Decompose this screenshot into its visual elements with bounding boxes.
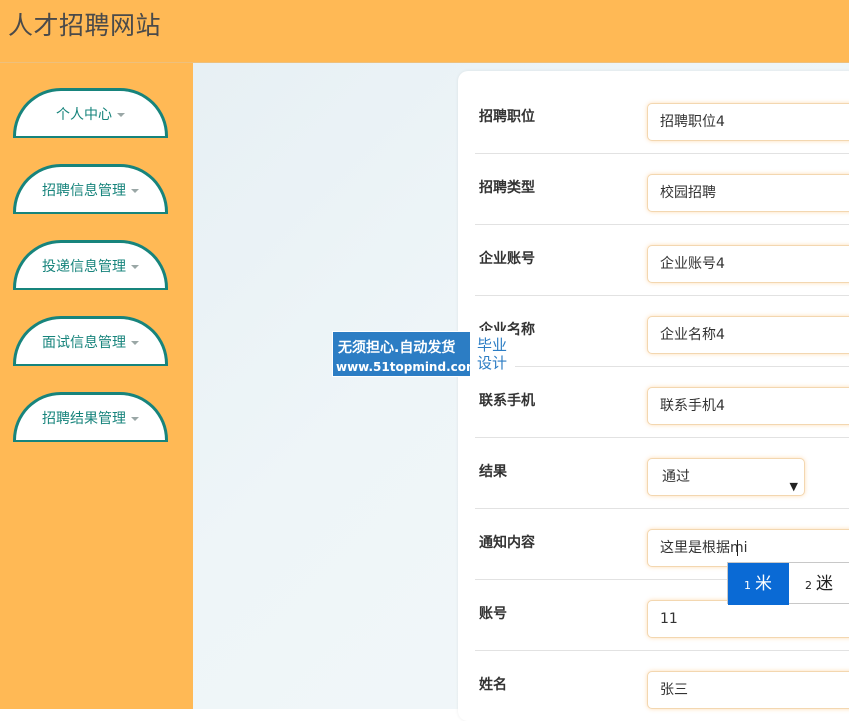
watermark-badge: 无须担心.自动发货 www.51topmind.com 毕业设计 (332, 331, 515, 377)
company-name-input[interactable]: 企业名称4 (647, 316, 849, 354)
field-label: 招聘职位 (479, 109, 535, 125)
sidebar-item-interview-info[interactable]: 面试信息管理 (13, 316, 168, 366)
caret-down-icon (131, 264, 139, 269)
sidebar-item-delivery-info[interactable]: 投递信息管理 (13, 240, 168, 290)
field-label: 企业账号 (479, 251, 535, 267)
sidebar-item-label: 投递信息管理 (42, 258, 126, 275)
position-input[interactable]: 招聘职位4 (647, 103, 849, 141)
field-label: 招聘类型 (479, 180, 535, 196)
ime-candidate-1[interactable]: 1米 (728, 563, 789, 605)
form-row-company-name: 企业名称 企业名称4 (475, 295, 849, 367)
caret-down-icon (117, 112, 125, 117)
sidebar: 个人中心 招聘信息管理 投递信息管理 面试信息管理 招聘结果管理 (0, 63, 193, 709)
form-row-type: 招聘类型 校园招聘 (475, 153, 849, 225)
company-account-input[interactable]: 企业账号4 (647, 245, 849, 283)
caret-down-icon (131, 188, 139, 193)
watermark-side-text: 毕业设计 (470, 332, 514, 376)
type-input[interactable]: 校园招聘 (647, 174, 849, 212)
top-header: 人才招聘网站 (0, 0, 849, 63)
field-label: 姓名 (479, 677, 507, 693)
result-select-value: 通过 (662, 469, 690, 485)
result-select[interactable]: 通过 ▼ (647, 458, 805, 496)
field-label: 通知内容 (479, 535, 535, 551)
sidebar-item-personal-center[interactable]: 个人中心 (13, 88, 168, 138)
contact-phone-input[interactable]: 联系手机4 (647, 387, 849, 425)
sidebar-item-label: 招聘结果管理 (42, 410, 126, 427)
caret-down-icon (131, 416, 139, 421)
chevron-down-icon: ▼ (789, 480, 798, 493)
sidebar-item-label: 招聘信息管理 (42, 182, 126, 199)
ime-candidate-text: 米 (755, 574, 772, 594)
site-title: 人才招聘网站 (8, 11, 162, 40)
form-row-name: 姓名 张三 (475, 650, 849, 721)
ime-candidate-index: 1 (744, 579, 751, 592)
watermark-line1: 无须担心.自动发货 (338, 340, 456, 356)
field-label: 结果 (479, 464, 507, 480)
watermark-line2: www.51topmind.com (336, 360, 479, 374)
account-input[interactable]: 11 (647, 600, 849, 638)
caret-down-icon (131, 340, 139, 345)
form-row-position: 招聘职位 招聘职位4 (475, 82, 849, 154)
ime-candidate-window: 1米 2迷 (727, 562, 849, 605)
form-row-company-account: 企业账号 企业账号4 (475, 224, 849, 296)
ime-candidate-index: 2 (805, 579, 812, 592)
ime-candidate-text: 迷 (816, 574, 833, 594)
sidebar-item-recruitment-result[interactable]: 招聘结果管理 (13, 392, 168, 442)
field-label: 账号 (479, 606, 507, 622)
sidebar-item-label: 面试信息管理 (42, 334, 126, 351)
form-row-result: 结果 通过 ▼ (475, 437, 849, 509)
sidebar-item-label: 个人中心 (56, 106, 112, 123)
form-row-contact-phone: 联系手机 联系手机4 (475, 366, 849, 438)
name-input[interactable]: 张三 (647, 671, 849, 709)
sidebar-item-recruitment-info[interactable]: 招聘信息管理 (13, 164, 168, 214)
text-cursor (737, 540, 738, 556)
ime-candidate-2[interactable]: 2迷 (789, 563, 849, 605)
